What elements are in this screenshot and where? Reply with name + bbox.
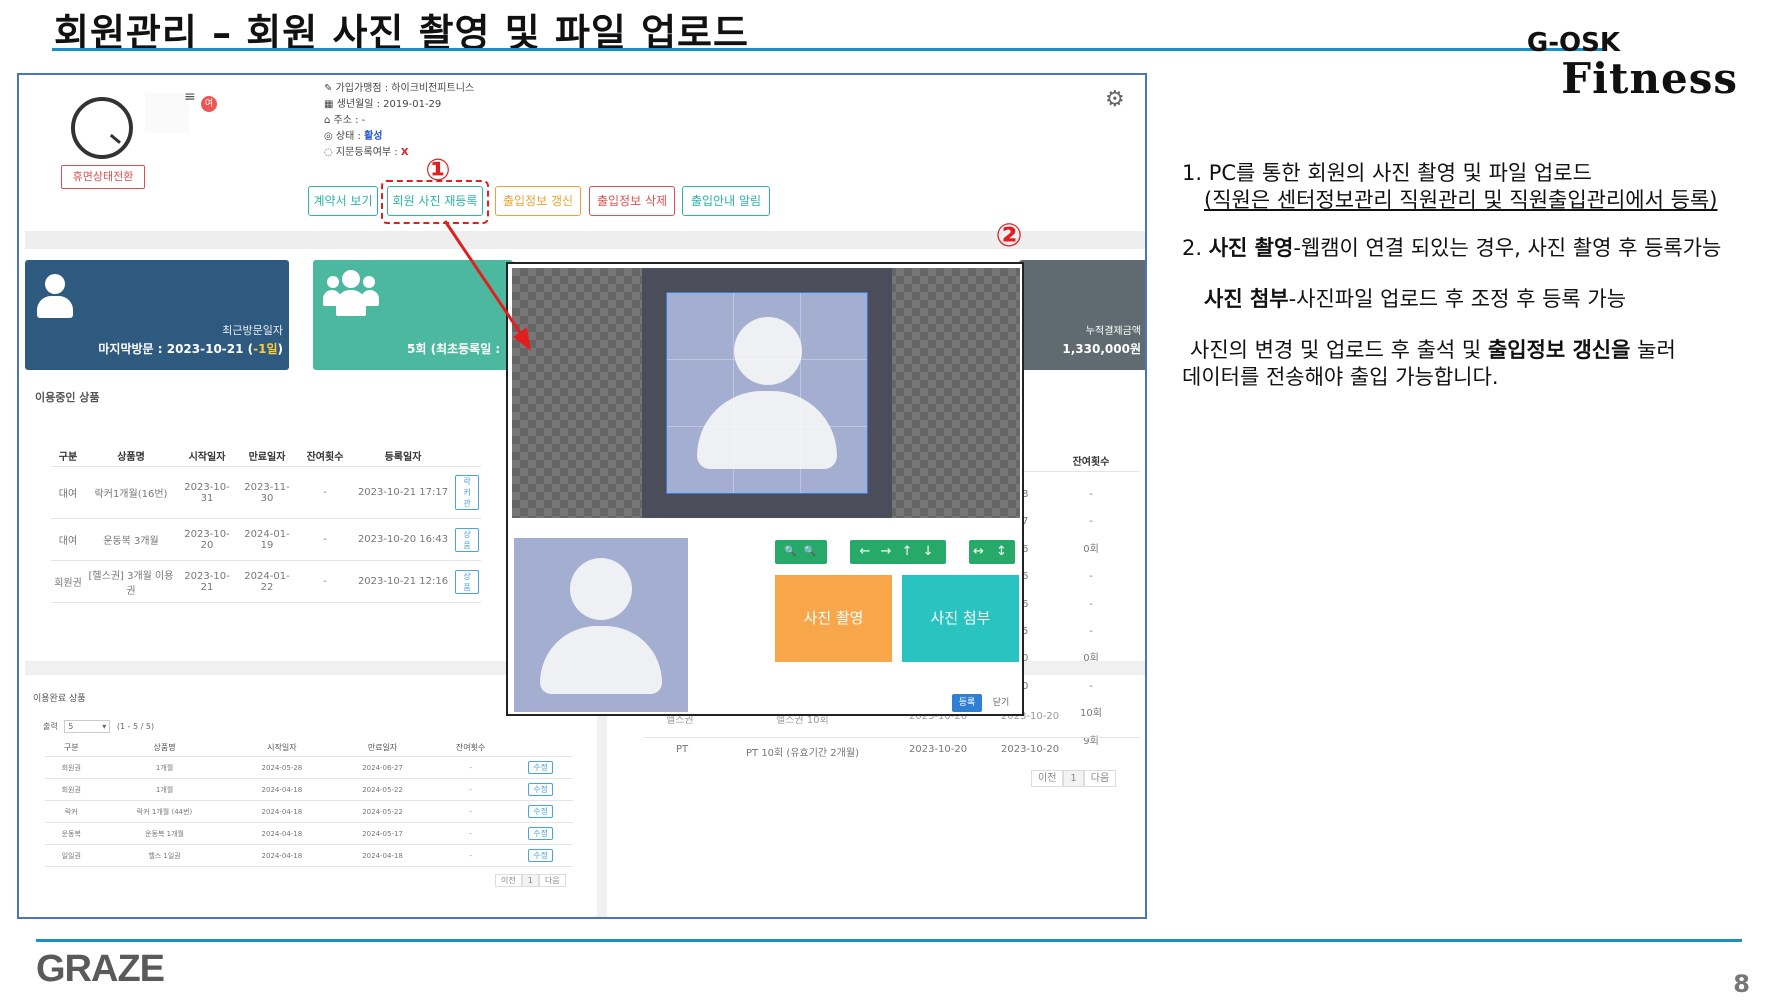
status-icon: ◎ (324, 131, 333, 142)
table-row: PT PT 10회 (유효기간 2개월) 2023-10-20 2023-10-… (644, 737, 1140, 765)
products-table: 구분 상품명 시작일자 만료일자 잔여횟수 등록일자 대여 락커1개월(16번) 2… (51, 445, 481, 603)
photo-modal: 🔍 🔍 ← → ↑ ↓ ↔ ↕ 사진 촬영 사진 첨부 등록 닫기 (506, 262, 1024, 716)
entry-delete-button[interactable]: 출입정보 삭제 (589, 186, 675, 216)
remaining-column: - - 0회 - - - 0회 - 10회 9회 (1080, 489, 1102, 747)
table-row: 회원권 1개월 2024-04-18 2024-05-22- 수정 (45, 778, 573, 801)
marker-1: ① (425, 153, 451, 188)
marker-2: ② (995, 216, 1023, 254)
member-info: ✎ 가입가맹점 : 하이크비전피트니스 ▦ 생년월일 : 2019-01-29 … (324, 81, 474, 161)
page-number: 8 (1733, 970, 1750, 998)
expired-section-title: 이용완료 상품 (33, 694, 86, 704)
product-button[interactable]: 상품 (455, 569, 479, 594)
member-name (145, 93, 189, 133)
last-visit-label: 최근방문일자 (222, 324, 283, 337)
gender-badge: 여 (201, 96, 217, 112)
product-button[interactable]: 상품 (455, 527, 479, 552)
right-pager: 이전 1 다음 (1031, 769, 1117, 787)
page-size-row: 출력 5 ▾ (1 - 5 / 5) (43, 720, 155, 733)
products-header-row: 구분 상품명 시작일자 만료일자 잔여횟수 등록일자 (51, 445, 481, 467)
payment-label: 누적결제금액 (1085, 326, 1141, 337)
capture-photo-button[interactable]: 사진 촬영 (775, 575, 892, 662)
section-divider (25, 231, 1145, 249)
pager-prev[interactable]: 이전 (1031, 770, 1064, 787)
table-row: 대여 락커1개월(16번) 2023-10-31 2023-11-30-2023-10… (51, 466, 481, 519)
right-header: 잔여횟수 (1072, 457, 1110, 468)
info-address: ⌂ 주소 : - (324, 115, 366, 126)
zoom-tools[interactable]: 🔍 🔍 (775, 540, 827, 564)
table-row: 락커 락커 1개월 (44번) 2024-04-18 2024-05-22- 수정 (45, 800, 573, 823)
last-visit-card: 최근방문일자 마지막방문 : 2023-10-21 (-1일) (25, 260, 289, 370)
entry-notice-button[interactable]: 출입안내 알림 (682, 186, 770, 216)
brand-subtitle: Fitness (1561, 54, 1738, 103)
contract-view-button[interactable]: 계약서 보기 (308, 186, 378, 216)
pager-next[interactable]: 다음 (1083, 770, 1117, 787)
register-button[interactable]: 등록 (952, 694, 982, 712)
member-management-screenshot: ⚙ 휴면상태전환 ≡ 여 ✎ 가입가맹점 : 하이크비전피트니스 ▦ 생년월일 … (17, 73, 1147, 919)
dormant-status-button[interactable]: 휴면상태전환 (61, 165, 145, 189)
group-icon (323, 270, 379, 320)
note-3: 사진 첨부-사진파일 업로드 후 조정 후 등록 가능 (1204, 286, 1627, 311)
page-size-select[interactable]: 5 ▾ (64, 720, 111, 733)
edit-button[interactable]: 수정 (528, 827, 553, 840)
edit-button[interactable]: 수정 (528, 761, 553, 774)
note-1-line-2: (직원은 센터정보관리 직원관리 및 직원출입관리에서 등록) (1204, 188, 1718, 213)
avatar (71, 97, 133, 159)
pager-prev[interactable]: 이전 (495, 874, 522, 887)
photo-preview (514, 538, 688, 712)
red-arrow (443, 220, 531, 351)
table-row: 회원권 1개월 2024-05-28 2024-06-27- 수정 (45, 756, 573, 779)
table-row: 회원권 [헬스권] 3개월 이용권 2023-10-21 2024-01-22-202… (51, 560, 481, 603)
note-4-line-1: 사진의 변경 및 업로드 후 출석 및 출입정보 갱신을 눌러 (1190, 338, 1676, 363)
pager-next[interactable]: 다음 (538, 874, 566, 887)
flip-tools[interactable]: ↔ ↕ (969, 540, 1015, 564)
edit-button[interactable]: 수정 (528, 805, 553, 818)
info-fingerprint: ◌ 지문등록여부 : X (324, 147, 409, 158)
company-logo: GRAZE (36, 948, 165, 990)
crop-canvas[interactable] (512, 268, 1020, 518)
user-icon (37, 274, 73, 320)
gear-icon[interactable]: ⚙ (1105, 87, 1125, 112)
table-row: 운동복 운동복 1개월 2024-04-18 2024-05-17- 수정 (45, 822, 573, 845)
payment-value: 1,330,000원 (1062, 342, 1141, 356)
pager-page[interactable]: 1 (1063, 770, 1084, 787)
payment-card: 누적결제금액 1,330,000원 (1019, 260, 1145, 370)
move-tools[interactable]: ← → ↑ ↓ (850, 540, 946, 564)
pager-page[interactable]: 1 (521, 874, 539, 887)
info-status: ◎ 상태 : 활성 (324, 131, 383, 142)
instructions: 1. PC를 통한 회원의 사진 촬영 및 파일 업로드 (직원은 센터정보관리… (1182, 160, 1772, 392)
home-icon: ⌂ (324, 115, 331, 126)
entry-update-button[interactable]: 출입정보 갱신 (495, 186, 581, 216)
edit-button[interactable]: 수정 (528, 849, 553, 862)
crop-box[interactable] (666, 292, 868, 494)
fingerprint-icon: ◌ (324, 147, 333, 158)
expired-pager: 이전 1 다음 (495, 874, 566, 887)
edit-button[interactable]: 수정 (528, 783, 553, 796)
note-1-line-1: 1. PC를 통한 회원의 사진 촬영 및 파일 업로드 (1182, 161, 1592, 185)
products-section-title: 이용중인 상품 (35, 391, 100, 404)
last-visit-value: 마지막방문 : 2023-10-21 (-1일) (98, 342, 283, 356)
note-2: 2. 사진 촬영-웹캠이 연결 되있는 경우, 사진 촬영 후 등록가능 (1182, 235, 1722, 260)
table-row: 일일권 헬스 1일권 2024-04-18 2024-04-18- 수정 (45, 844, 573, 867)
note-4-line-2: 데이터를 전송해야 출입 가능합니다. (1182, 365, 1499, 390)
info-birth: ▦ 생년월일 : 2019-01-29 (324, 99, 442, 110)
expired-table: 구분 상품명 시작일자 만료일자 잔여횟수 회원권 1개월 2024-05-28 20… (45, 739, 573, 867)
menu-icon[interactable]: ≡ (184, 89, 196, 105)
attach-photo-button[interactable]: 사진 첨부 (902, 575, 1019, 662)
edit-icon: ✎ (324, 83, 333, 94)
info-branch: ✎ 가입가맹점 : 하이크비전피트니스 (324, 83, 475, 94)
close-button[interactable]: 닫기 (986, 694, 1016, 712)
table-row: 대여 운동복 3개월 2023-10-20 2024-01-19-2023-10-20… (51, 518, 481, 561)
footer-rule (36, 939, 1742, 942)
calendar-icon: ▦ (324, 99, 334, 110)
locker-button[interactable]: 락커관 (455, 475, 479, 510)
title-rule (52, 48, 1607, 51)
